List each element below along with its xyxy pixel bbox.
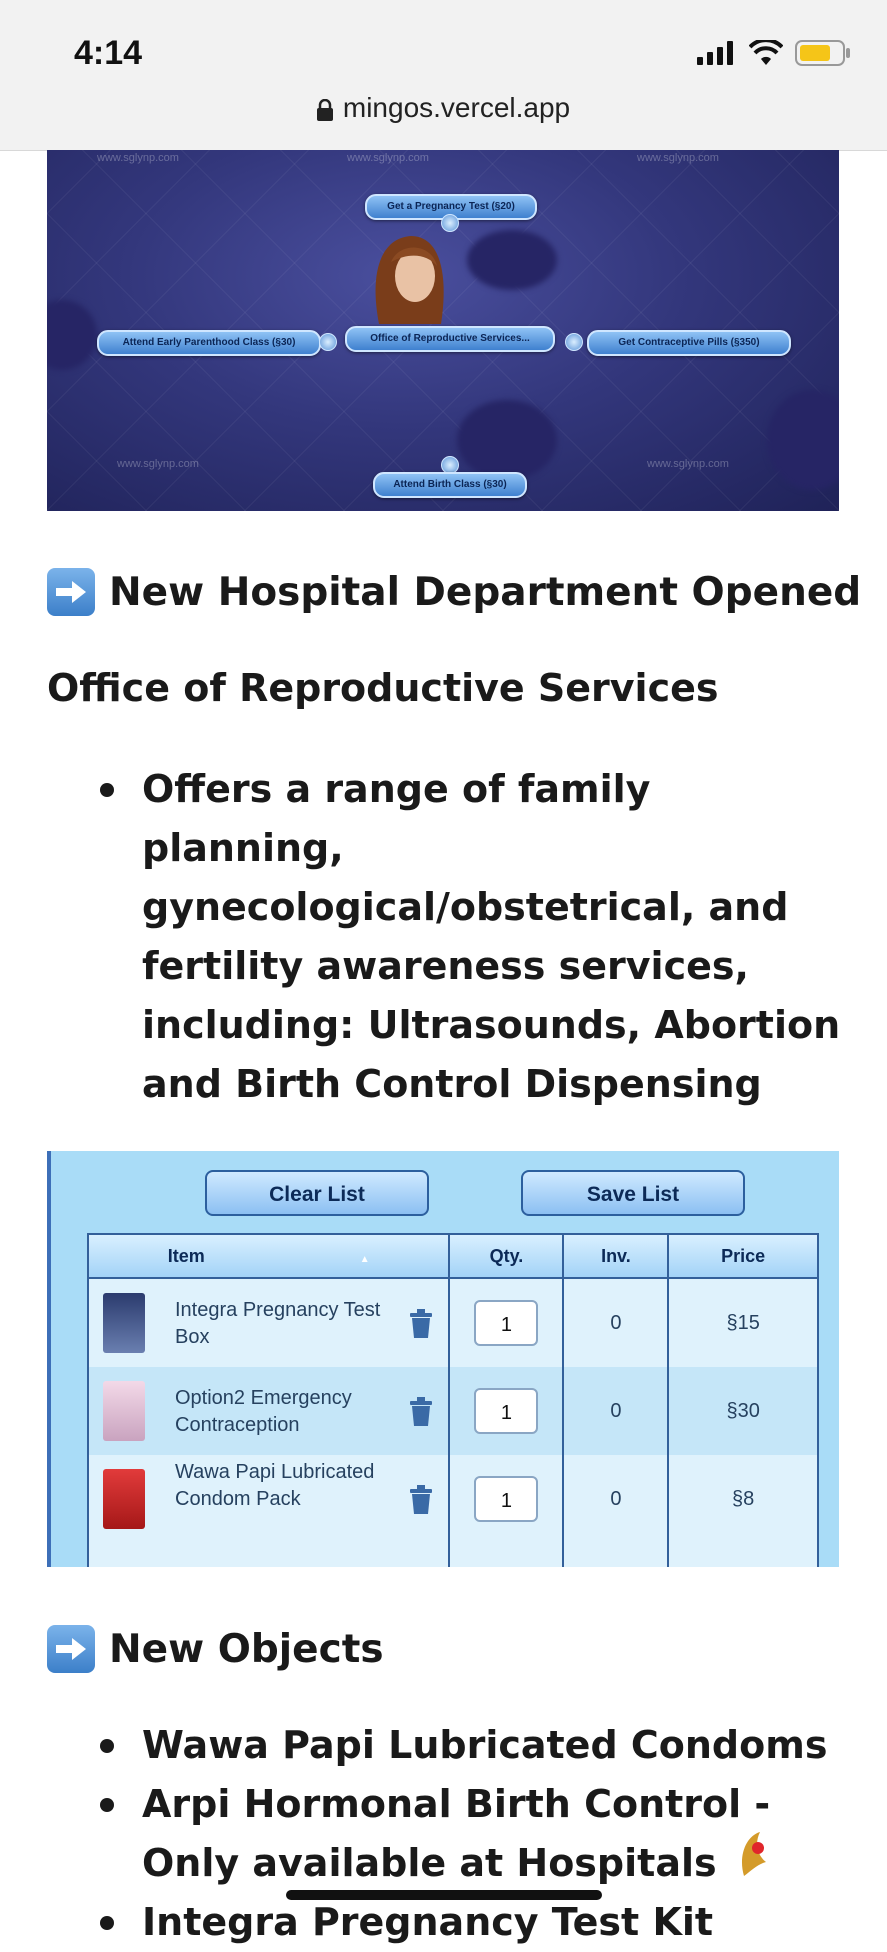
option-office-reproductive-services[interactable]: Office of Reproductive Services... — [345, 326, 555, 352]
pie-connector — [319, 333, 337, 351]
price-value: §8 — [667, 1455, 819, 1543]
list-item: Offers a range of family planning, gynec… — [96, 760, 856, 1114]
lock-icon — [316, 98, 333, 121]
sort-up-icon: ▲ — [359, 1253, 370, 1265]
table-row: Option2 Emergency Contraception 1 0 §30 — [86, 1367, 819, 1455]
clear-list-button[interactable]: Clear List — [205, 1170, 429, 1216]
watermark: www.sglynp.com — [97, 152, 179, 164]
trash-icon[interactable] — [408, 1485, 434, 1515]
item-thumbnail — [103, 1381, 145, 1441]
pie-connector — [565, 333, 583, 351]
price-value: §15 — [667, 1278, 819, 1367]
item-thumbnail — [103, 1469, 145, 1529]
section-heading-text: New Objects — [109, 1626, 384, 1672]
inventory-value: 0 — [562, 1278, 670, 1367]
column-header-inv[interactable]: Inv. — [562, 1233, 670, 1279]
list-item: Wawa Papi Lubricated Condoms — [96, 1716, 876, 1775]
watermark: www.sglynp.com — [647, 458, 729, 470]
option-contraceptive-pills[interactable]: Get Contraceptive Pills (§350) — [587, 330, 791, 356]
watermark-logo — [741, 1832, 766, 1876]
pie-connector — [441, 214, 459, 232]
department-bullets: Offers a range of family planning, gynec… — [96, 760, 856, 1114]
watermark: www.sglynp.com — [347, 152, 429, 164]
shopping-table: Item ▲ Qty. Inv. Price Integra Pregnancy… — [86, 1233, 819, 1567]
watermark: www.sglynp.com — [117, 458, 199, 470]
quantity-input[interactable]: 1 — [474, 1300, 539, 1346]
column-header-item[interactable]: Item ▲ — [86, 1233, 451, 1279]
option-birth-class[interactable]: Attend Birth Class (§30) — [373, 472, 527, 498]
section-heading-text: New Hospital Department Opened — [109, 569, 862, 615]
option-early-parenthood-class[interactable]: Attend Early Parenthood Class (§30) — [97, 330, 321, 356]
sim-avatar — [375, 236, 444, 324]
url-text: mingos.vercel.app — [342, 92, 571, 123]
table-row: Wawa Papi Lubricated Condom Pack 1 0 §8 — [86, 1455, 819, 1543]
status-time: 4:14 — [74, 34, 143, 72]
quantity-input[interactable]: 1 — [474, 1476, 539, 1522]
inventory-value: 0 — [562, 1367, 670, 1455]
signal-icon — [697, 41, 733, 65]
department-title: Office of Reproductive Services — [47, 666, 719, 710]
table-row: Integra Pregnancy Test Box 1 0 §15 — [86, 1278, 819, 1367]
game-pie-menu-image: www.sglynp.com www.sglynp.com www.sglynp… — [47, 150, 839, 511]
item-thumbnail — [103, 1293, 145, 1353]
home-indicator[interactable] — [286, 1890, 602, 1900]
section-heading-objects: New Objects — [47, 1625, 384, 1673]
item-name: Integra Pregnancy Test Box — [175, 1299, 381, 1348]
item-name: Wawa Papi Lubricated Condom Pack — [175, 1461, 375, 1510]
column-header-price[interactable]: Price — [667, 1233, 819, 1279]
list-item: Integra Pregnancy Test Kit — [96, 1893, 876, 1952]
item-name: Option2 Emergency Contraception — [175, 1387, 352, 1436]
price-value: §30 — [667, 1367, 819, 1455]
status-icons — [697, 38, 851, 68]
column-header-qty[interactable]: Qty. — [448, 1233, 565, 1279]
section-heading-department: New Hospital Department Opened — [47, 568, 861, 616]
quantity-input[interactable]: 1 — [474, 1388, 539, 1434]
shopping-list-panel: Clear List Save List Item ▲ Qty. Inv. Pr… — [47, 1151, 839, 1567]
arrow-right-icon — [47, 1625, 95, 1673]
arrow-right-icon — [47, 568, 95, 616]
battery-icon — [795, 40, 850, 66]
save-list-button[interactable]: Save List — [521, 1170, 745, 1216]
wifi-icon — [749, 40, 783, 65]
inventory-value: 0 — [562, 1455, 670, 1543]
trash-icon[interactable] — [408, 1397, 434, 1427]
table-row-empty — [86, 1543, 819, 1567]
status-bar: 4:14 — [0, 0, 887, 92]
watermark: www.sglynp.com — [637, 152, 719, 164]
address-bar[interactable]: mingos.vercel.app — [0, 92, 887, 151]
trash-icon[interactable] — [408, 1309, 434, 1339]
